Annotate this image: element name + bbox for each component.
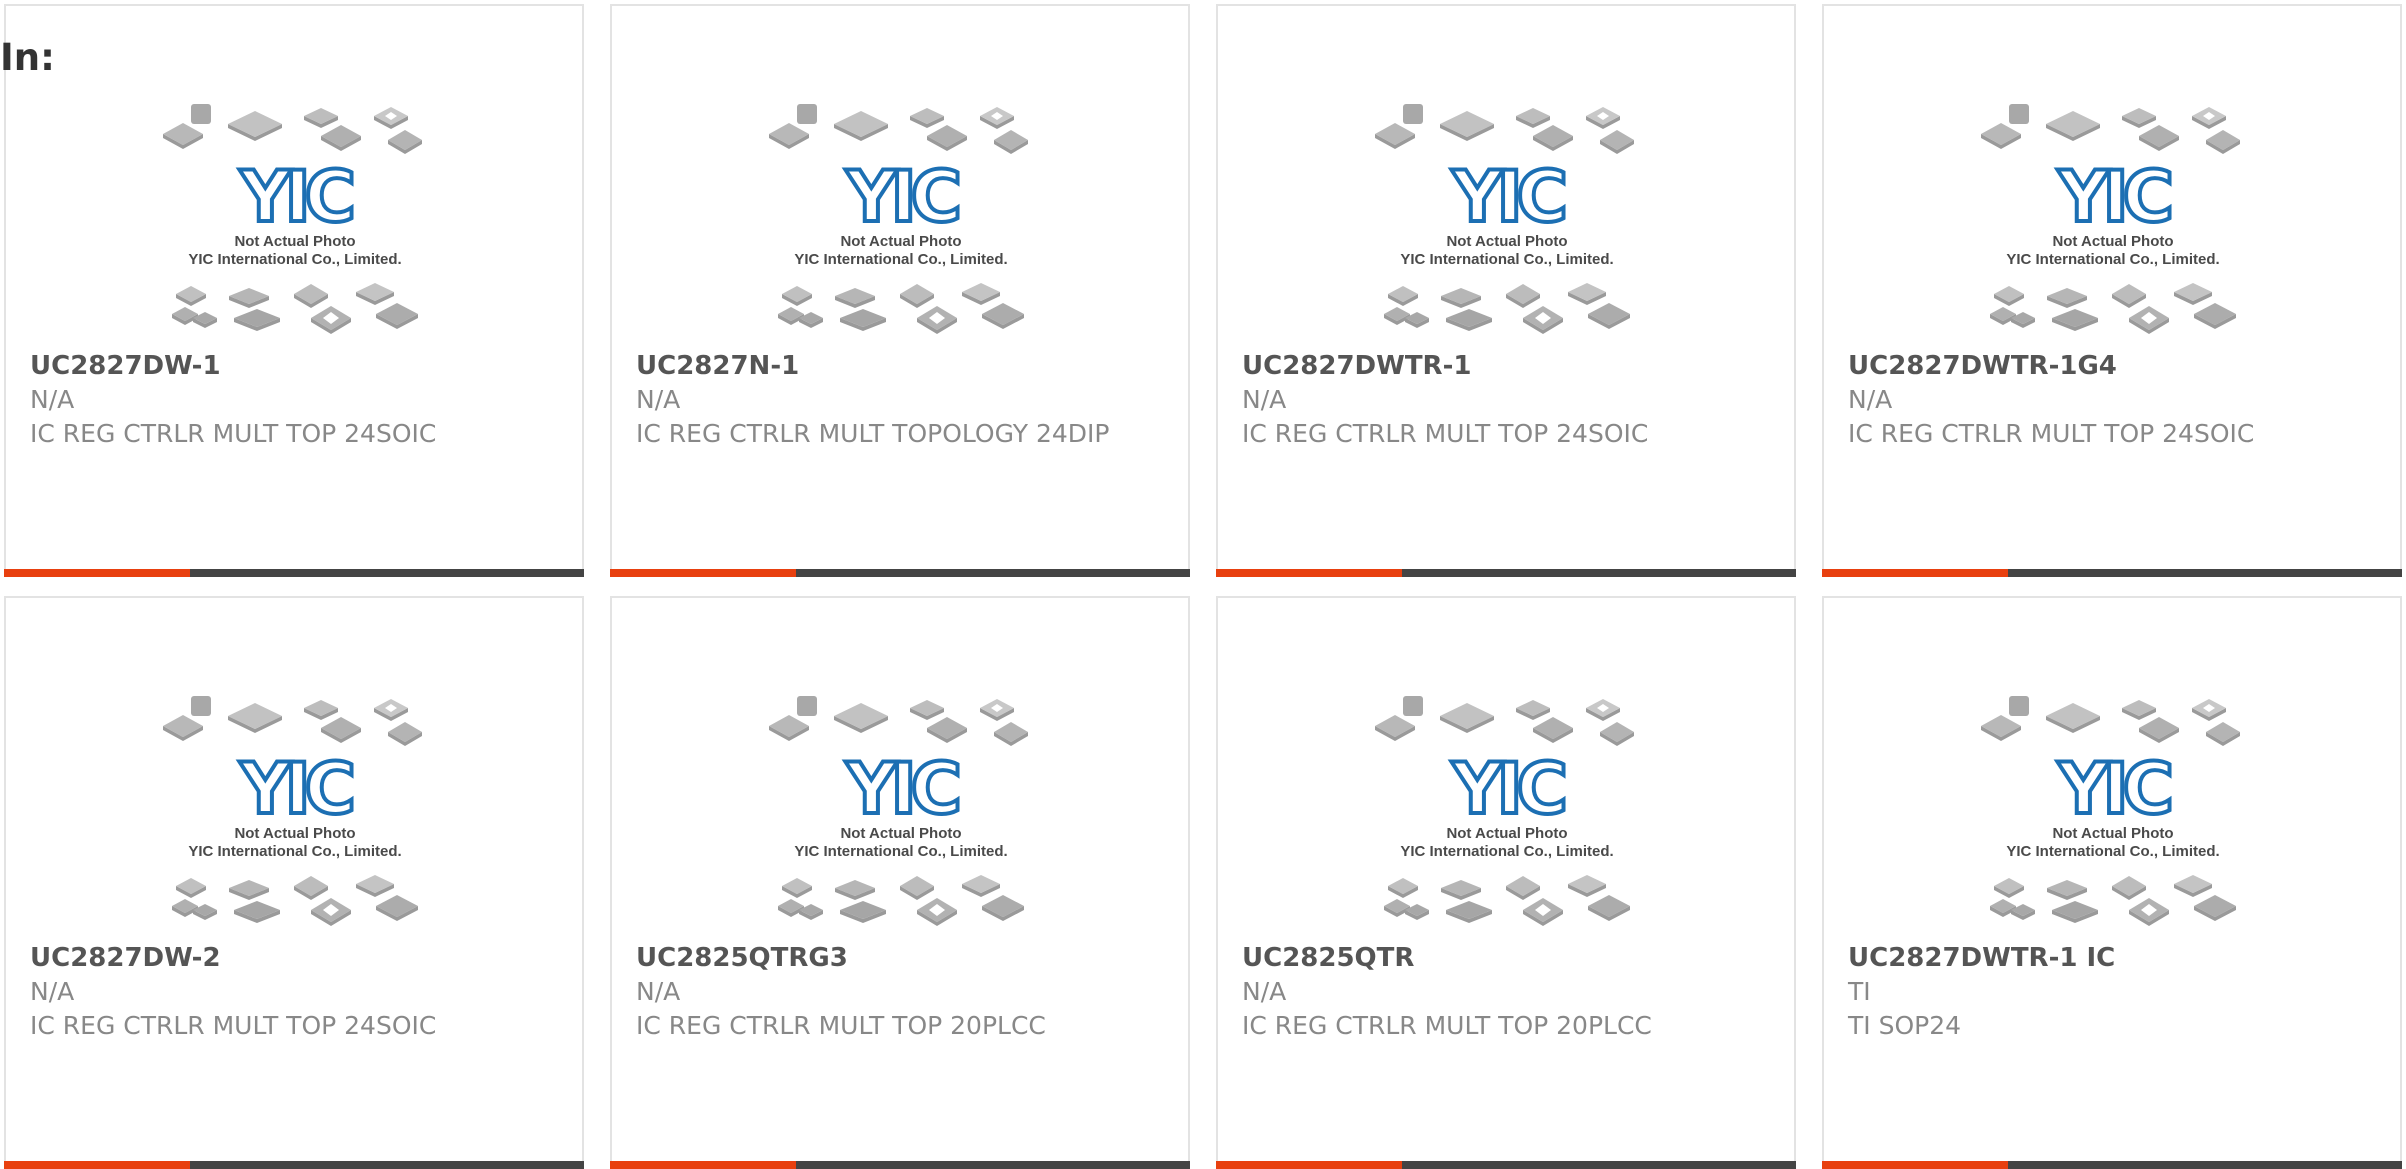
not-actual-photo-graphic: YICNot Actual PhotoYIC International Co.… <box>163 696 422 926</box>
manufacturer: N/A <box>636 977 681 1006</box>
svg-text:YIC International Co., Limited: YIC International Co., Limited. <box>794 251 1007 268</box>
description: IC REG CTRLR MULT TOP 24SOIC <box>30 419 437 448</box>
card-bottom-bar <box>610 569 1190 577</box>
product-card[interactable]: YIC Not Actual Photo YIC International Co.… <box>610 4 1190 577</box>
card-bottom-bar <box>1822 569 2402 577</box>
product-info: UC2827N-1 N/A IC REG CTRLR MULT TOPOLOGY… <box>636 349 1164 451</box>
description: IC REG CTRLR MULT TOP 24SOIC <box>1848 419 2255 448</box>
svg-text:YIC: YIC <box>2057 748 2170 830</box>
part-number[interactable]: UC2825QTRG3 <box>636 941 1164 975</box>
card-bottom-bar <box>1216 569 1796 577</box>
product-info: UC2827DWTR-1 IC TI TI SOP24 <box>1848 941 2376 1043</box>
card-bottom-bar <box>4 1161 584 1169</box>
description: IC REG CTRLR MULT TOP 20PLCC <box>1242 1011 1652 1040</box>
svg-text:Not Actual Photo: Not Actual Photo <box>2052 233 2173 250</box>
product-card[interactable]: YIC Not Actual Photo YIC International Co.… <box>1216 4 1796 577</box>
svg-text:YIC: YIC <box>239 748 352 830</box>
placeholder-photo: YIC Not Actual Photo YIC International Co.… <box>767 688 1035 928</box>
not-actual-photo-graphic: YICNot Actual PhotoYIC International Co.… <box>163 104 422 334</box>
svg-text:Not Actual Photo: Not Actual Photo <box>234 825 355 842</box>
card-bottom-bar <box>610 1161 1190 1169</box>
svg-text:YIC International Co., Limited: YIC International Co., Limited. <box>188 251 401 268</box>
product-info: UC2827DWTR-1G4 N/A IC REG CTRLR MULT TOP… <box>1848 349 2376 451</box>
not-actual-photo-graphic: YICNot Actual PhotoYIC International Co.… <box>1981 696 2240 926</box>
placeholder-photo: YIC Not Actual Photo YIC International Co.… <box>161 96 429 336</box>
product-info: UC2827DW-1 N/A IC REG CTRLR MULT TOP 24S… <box>30 349 558 451</box>
description: TI SOP24 <box>1848 1011 1962 1040</box>
product-card[interactable]: YIC Not Actual Photo YIC International Co.… <box>4 4 584 577</box>
part-number[interactable]: UC2827DW-1 <box>30 349 558 383</box>
product-info: UC2827DW-2 N/A IC REG CTRLR MULT TOP 24S… <box>30 941 558 1043</box>
description: IC REG CTRLR MULT TOP 24SOIC <box>1242 419 1649 448</box>
product-grid: YIC Not Actual Photo YIC International Co.… <box>4 4 2406 1169</box>
manufacturer: N/A <box>1242 385 1287 414</box>
part-number[interactable]: UC2827DW-2 <box>30 941 558 975</box>
svg-text:Not Actual Photo: Not Actual Photo <box>1446 825 1567 842</box>
card-bar-accent <box>610 569 796 577</box>
product-info: UC2825QTR N/A IC REG CTRLR MULT TOP 20PL… <box>1242 941 1770 1043</box>
part-number[interactable]: UC2827N-1 <box>636 349 1164 383</box>
not-actual-photo-graphic: YICNot Actual PhotoYIC International Co.… <box>1375 104 1634 334</box>
product-info: UC2827DWTR-1 N/A IC REG CTRLR MULT TOP 2… <box>1242 349 1770 451</box>
manufacturer: N/A <box>1242 977 1287 1006</box>
description: IC REG CTRLR MULT TOP 24SOIC <box>30 1011 437 1040</box>
card-bar-accent <box>4 1161 190 1169</box>
manufacturer: N/A <box>1848 385 1893 414</box>
svg-text:Not Actual Photo: Not Actual Photo <box>2052 825 2173 842</box>
product-card[interactable]: YIC Not Actual Photo YIC International Co.… <box>1822 596 2402 1169</box>
svg-text:Not Actual Photo: Not Actual Photo <box>1446 233 1567 250</box>
manufacturer: TI <box>1848 977 1871 1006</box>
svg-text:YIC: YIC <box>1451 748 1564 830</box>
product-card[interactable]: YIC Not Actual Photo YIC International Co.… <box>1822 4 2402 577</box>
placeholder-photo: YIC Not Actual Photo YIC International Co.… <box>1373 96 1641 336</box>
placeholder-photo: YIC Not Actual Photo YIC International Co.… <box>161 688 429 928</box>
not-actual-photo-graphic: YICNot Actual PhotoYIC International Co.… <box>769 104 1028 334</box>
svg-text:YIC International Co., Limited: YIC International Co., Limited. <box>2006 843 2219 860</box>
svg-text:Not Actual Photo: Not Actual Photo <box>840 233 961 250</box>
card-bottom-bar <box>1822 1161 2402 1169</box>
manufacturer: N/A <box>30 385 75 414</box>
placeholder-photo: YIC Not Actual Photo YIC International Co.… <box>1373 688 1641 928</box>
manufacturer: N/A <box>636 385 681 414</box>
not-actual-photo-graphic: YICNot Actual PhotoYIC International Co.… <box>1375 696 1634 926</box>
part-number[interactable]: UC2827DWTR-1G4 <box>1848 349 2376 383</box>
results-heading: In: <box>0 36 55 79</box>
card-bottom-bar <box>4 569 584 577</box>
svg-text:YIC International Co., Limited: YIC International Co., Limited. <box>1400 843 1613 860</box>
card-bar-accent <box>4 569 190 577</box>
svg-text:YIC: YIC <box>845 748 958 830</box>
product-card[interactable]: YIC Not Actual Photo YIC International Co.… <box>4 596 584 1169</box>
placeholder-photo: YIC Not Actual Photo YIC International Co.… <box>1979 688 2247 928</box>
card-bar-accent <box>610 1161 796 1169</box>
svg-text:YIC: YIC <box>239 156 352 238</box>
product-info: UC2825QTRG3 N/A IC REG CTRLR MULT TOP 20… <box>636 941 1164 1043</box>
svg-text:YIC International Co., Limited: YIC International Co., Limited. <box>188 843 401 860</box>
svg-text:YIC International Co., Limited: YIC International Co., Limited. <box>794 843 1007 860</box>
placeholder-photo: YIC Not Actual Photo YIC International Co.… <box>1979 96 2247 336</box>
svg-text:YIC: YIC <box>845 156 958 238</box>
product-card[interactable]: YIC Not Actual Photo YIC International Co.… <box>610 596 1190 1169</box>
svg-text:YIC: YIC <box>1451 156 1564 238</box>
svg-text:Not Actual Photo: Not Actual Photo <box>840 825 961 842</box>
card-bar-accent <box>1822 569 2008 577</box>
card-bar-accent <box>1216 569 1402 577</box>
card-bottom-bar <box>1216 1161 1796 1169</box>
card-bar-accent <box>1822 1161 2008 1169</box>
svg-text:YIC International Co., Limited: YIC International Co., Limited. <box>1400 251 1613 268</box>
part-number[interactable]: UC2827DWTR-1 <box>1242 349 1770 383</box>
description: IC REG CTRLR MULT TOP 20PLCC <box>636 1011 1046 1040</box>
description: IC REG CTRLR MULT TOPOLOGY 24DIP <box>636 419 1110 448</box>
svg-text:Not Actual Photo: Not Actual Photo <box>234 233 355 250</box>
card-bar-accent <box>1216 1161 1402 1169</box>
manufacturer: N/A <box>30 977 75 1006</box>
product-card[interactable]: YIC Not Actual Photo YIC International Co.… <box>1216 596 1796 1169</box>
placeholder-photo: YIC Not Actual Photo YIC International Co.… <box>767 96 1035 336</box>
svg-text:YIC International Co., Limited: YIC International Co., Limited. <box>2006 251 2219 268</box>
not-actual-photo-graphic: YICNot Actual PhotoYIC International Co.… <box>769 696 1028 926</box>
not-actual-photo-graphic: YICNot Actual PhotoYIC International Co.… <box>1981 104 2240 334</box>
part-number[interactable]: UC2825QTR <box>1242 941 1770 975</box>
part-number[interactable]: UC2827DWTR-1 IC <box>1848 941 2376 975</box>
svg-text:YIC: YIC <box>2057 156 2170 238</box>
